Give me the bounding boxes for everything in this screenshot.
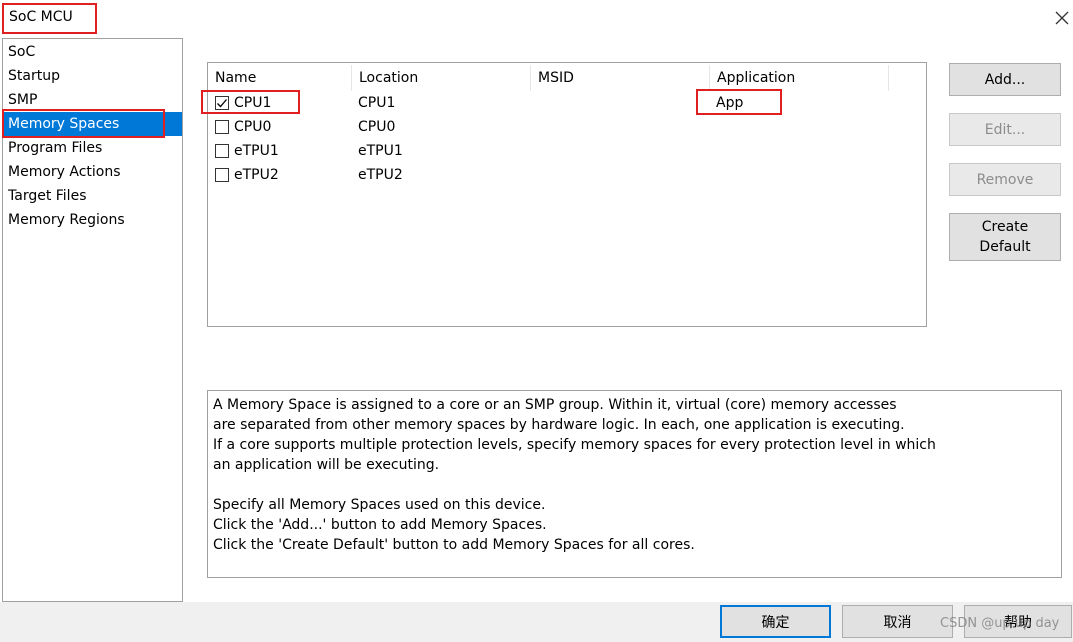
table-row[interactable]: eTPU1 eTPU1 [208, 139, 926, 163]
help-button[interactable]: 帮助 [964, 605, 1072, 638]
description-line: an application will be executing. [213, 457, 440, 473]
sidebar-item-smp[interactable]: SMP [3, 88, 182, 112]
sidebar-item-program-files[interactable]: Program Files [3, 136, 182, 160]
table-row[interactable]: CPU0 CPU0 [208, 115, 926, 139]
cell-location: CPU0 [358, 119, 396, 135]
memory-spaces-table: Name Location MSID Application CPU1 CPU1… [207, 62, 927, 327]
column-header-name[interactable]: Name [208, 65, 352, 91]
description-line: Click the 'Add...' button to add Memory … [213, 517, 547, 533]
sidebar-item-startup[interactable]: Startup [3, 64, 182, 88]
sidebar-item-soc[interactable]: SoC [3, 40, 182, 64]
description-line: Click the 'Create Default' button to add… [213, 537, 695, 553]
description-line: are separated from other memory spaces b… [213, 417, 905, 433]
cell-application: App [716, 95, 744, 111]
cell-name: CPU1 [234, 95, 272, 111]
sidebar-item-memory-regions[interactable]: Memory Regions [3, 208, 182, 232]
row-checkbox[interactable] [215, 120, 229, 134]
dialog-footer: 确定 取消 帮助 CSDN @up up day [0, 602, 1073, 642]
cancel-button[interactable]: 取消 [842, 605, 953, 638]
description-line [213, 475, 1056, 495]
description-line: A Memory Space is assigned to a core or … [213, 397, 897, 413]
edit-button[interactable]: Edit... [949, 113, 1061, 146]
window-title: SoC MCU [9, 9, 73, 25]
description-line: Specify all Memory Spaces used on this d… [213, 497, 546, 513]
add-button[interactable]: Add... [949, 63, 1061, 96]
description-line: If a core supports multiple protection l… [213, 437, 936, 453]
cell-name: CPU0 [234, 119, 272, 135]
sidebar-item-memory-spaces[interactable]: Memory Spaces [3, 112, 182, 136]
checkmark-icon [217, 99, 227, 108]
table-row[interactable]: CPU1 CPU1 App [208, 91, 926, 115]
close-button[interactable] [1050, 6, 1073, 30]
remove-button[interactable]: Remove [949, 163, 1061, 196]
close-icon [1055, 11, 1069, 25]
sidebar-nav: SoC Startup SMP Memory Spaces Program Fi… [2, 38, 183, 602]
create-default-label-line1: Create [981, 219, 1029, 235]
cell-location: eTPU1 [358, 143, 403, 159]
cell-name: eTPU1 [234, 143, 279, 159]
sidebar-item-target-files[interactable]: Target Files [3, 184, 182, 208]
ok-button[interactable]: 确定 [720, 605, 831, 638]
table-row[interactable]: eTPU2 eTPU2 [208, 163, 926, 187]
create-default-button[interactable]: Create Default [949, 213, 1061, 261]
sidebar-item-memory-actions[interactable]: Memory Actions [3, 160, 182, 184]
column-header-application[interactable]: Application [710, 65, 889, 91]
column-header-location[interactable]: Location [352, 65, 531, 91]
column-header-msid[interactable]: MSID [531, 65, 710, 91]
description-box: A Memory Space is assigned to a core or … [207, 390, 1062, 578]
cell-location: CPU1 [358, 95, 396, 111]
row-checkbox[interactable] [215, 144, 229, 158]
cell-location: eTPU2 [358, 167, 403, 183]
row-checkbox[interactable] [215, 168, 229, 182]
title-bar: SoC MCU [0, 0, 1073, 36]
cell-name: eTPU2 [234, 167, 279, 183]
row-checkbox[interactable] [215, 96, 229, 110]
dialog-window: SoC MCU SoC Startup SMP Memory Spaces Pr… [0, 0, 1073, 642]
create-default-label-line2: Default [979, 239, 1031, 255]
